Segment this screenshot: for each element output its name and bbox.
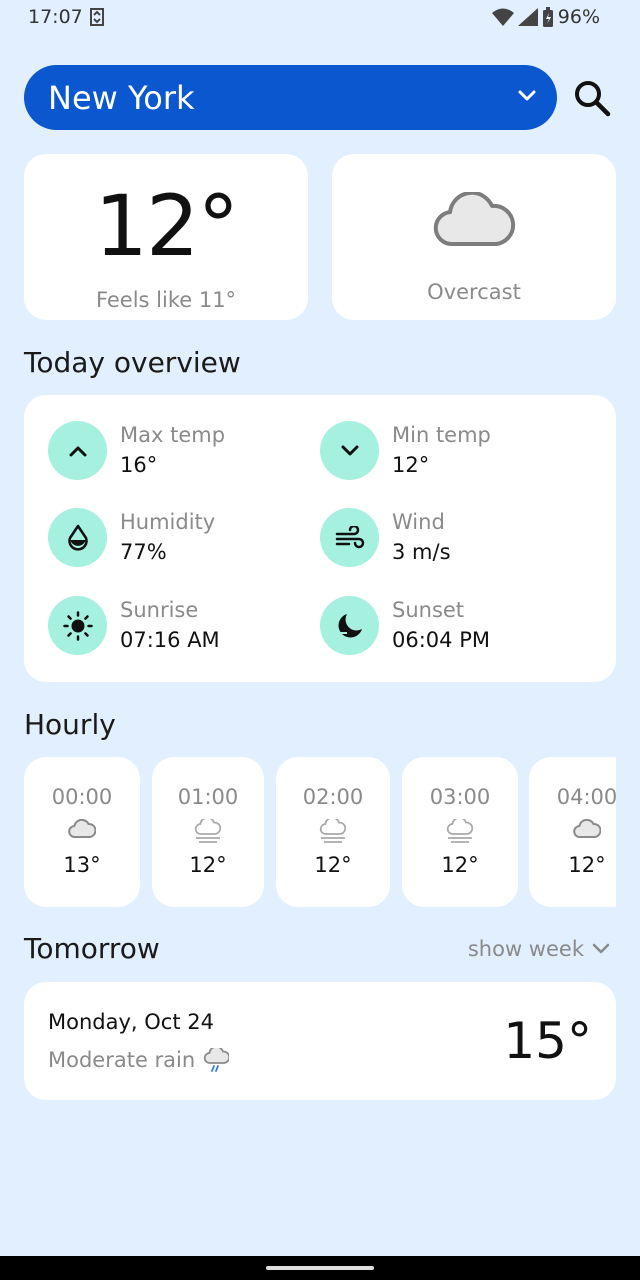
overview-value: 77% xyxy=(120,540,167,564)
wind-icon xyxy=(320,508,379,567)
tomorrow-condition-text: Moderate rain xyxy=(48,1048,196,1072)
hour-time: 02:00 xyxy=(302,785,364,809)
overview-label: Max temp xyxy=(120,423,226,447)
hour-time: 01:00 xyxy=(177,785,239,809)
hour-temp: 12° xyxy=(314,853,352,877)
hour-time: 04:00 xyxy=(556,785,616,809)
current-temperature: 12° xyxy=(94,177,240,275)
overview-max-temp: Max temp 16° xyxy=(48,421,308,481)
status-time: 17:07 xyxy=(28,6,83,28)
search-icon[interactable] xyxy=(572,78,612,118)
tomorrow-title: Tomorrow xyxy=(24,932,160,965)
overview-title: Today overview xyxy=(24,346,241,379)
hour-temp: 12° xyxy=(568,853,606,877)
hour-card[interactable]: 04:00 12° xyxy=(529,757,616,907)
overview-label: Sunset xyxy=(392,598,465,622)
city-dropdown[interactable]: New York xyxy=(24,65,557,130)
overview-value: 06:04 PM xyxy=(392,628,490,652)
signal-icon xyxy=(517,8,538,26)
wifi-icon xyxy=(491,8,514,26)
cloud-icon xyxy=(433,192,516,247)
overview-value: 07:16 AM xyxy=(120,628,220,652)
city-name: New York xyxy=(48,78,195,117)
current-temp-card: 12° Feels like 11° xyxy=(24,154,308,320)
overview-value: 12° xyxy=(392,453,430,477)
tomorrow-temp: 15° xyxy=(503,1012,592,1070)
chevron-down-icon xyxy=(320,421,379,480)
rain-icon xyxy=(204,1048,230,1072)
chevron-up-icon xyxy=(48,421,107,480)
sun-icon xyxy=(48,596,107,655)
overview-card: Max temp 16° Min temp 12° Humidity 77% W… xyxy=(24,395,616,682)
overview-label: Sunrise xyxy=(120,598,199,622)
cloud-icon xyxy=(68,819,96,838)
overview-sunset: Sunset 06:04 PM xyxy=(320,596,580,656)
overview-wind: Wind 3 m/s xyxy=(320,508,580,568)
overview-value: 3 m/s xyxy=(392,540,451,564)
overview-min-temp: Min temp 12° xyxy=(320,421,580,481)
overview-humidity: Humidity 77% xyxy=(48,508,308,568)
hourly-title: Hourly xyxy=(24,708,116,741)
cloud-icon xyxy=(573,819,601,838)
hourly-list[interactable]: 00:00 13° 01:00 12° 02:00 12° 03:00 12° … xyxy=(24,757,616,907)
navigation-bar xyxy=(0,1256,640,1280)
overview-sunrise: Sunrise 07:16 AM xyxy=(48,596,308,656)
status-bar: 17:07 96% xyxy=(0,0,640,36)
fog-icon xyxy=(194,819,222,843)
condition-card: Overcast xyxy=(332,154,616,320)
hour-time: 00:00 xyxy=(51,785,113,809)
moon-icon xyxy=(320,596,379,655)
battery-percent: 96% xyxy=(557,6,600,28)
tomorrow-condition: Moderate rain xyxy=(48,1048,230,1072)
status-icons: 96% xyxy=(491,6,600,28)
chevron-down-icon xyxy=(592,943,610,954)
tomorrow-card[interactable]: Monday, Oct 24 Moderate rain 15° xyxy=(24,982,616,1100)
hour-temp: 12° xyxy=(189,853,227,877)
battery-icon xyxy=(542,7,553,27)
sync-icon xyxy=(90,8,104,26)
hour-temp: 13° xyxy=(63,853,101,877)
chevron-down-icon xyxy=(518,90,536,101)
home-handle[interactable] xyxy=(266,1266,374,1270)
tomorrow-date: Monday, Oct 24 xyxy=(48,1010,214,1034)
hour-card[interactable]: 00:00 13° xyxy=(24,757,140,907)
feels-like: Feels like 11° xyxy=(95,288,237,312)
show-week-button[interactable]: show week xyxy=(468,937,610,961)
condition-text: Overcast xyxy=(427,280,521,304)
fog-icon xyxy=(319,819,347,843)
overview-label: Wind xyxy=(392,510,445,534)
hour-time: 03:00 xyxy=(429,785,491,809)
hour-card[interactable]: 02:00 12° xyxy=(276,757,390,907)
overview-value: 16° xyxy=(120,453,158,477)
hour-card[interactable]: 03:00 12° xyxy=(402,757,518,907)
fog-icon xyxy=(446,819,474,843)
overview-label: Humidity xyxy=(120,510,216,534)
show-week-label: show week xyxy=(467,937,584,961)
hour-card[interactable]: 01:00 12° xyxy=(152,757,264,907)
overview-label: Min temp xyxy=(392,423,491,447)
humidity-icon xyxy=(48,508,107,567)
hour-temp: 12° xyxy=(441,853,479,877)
